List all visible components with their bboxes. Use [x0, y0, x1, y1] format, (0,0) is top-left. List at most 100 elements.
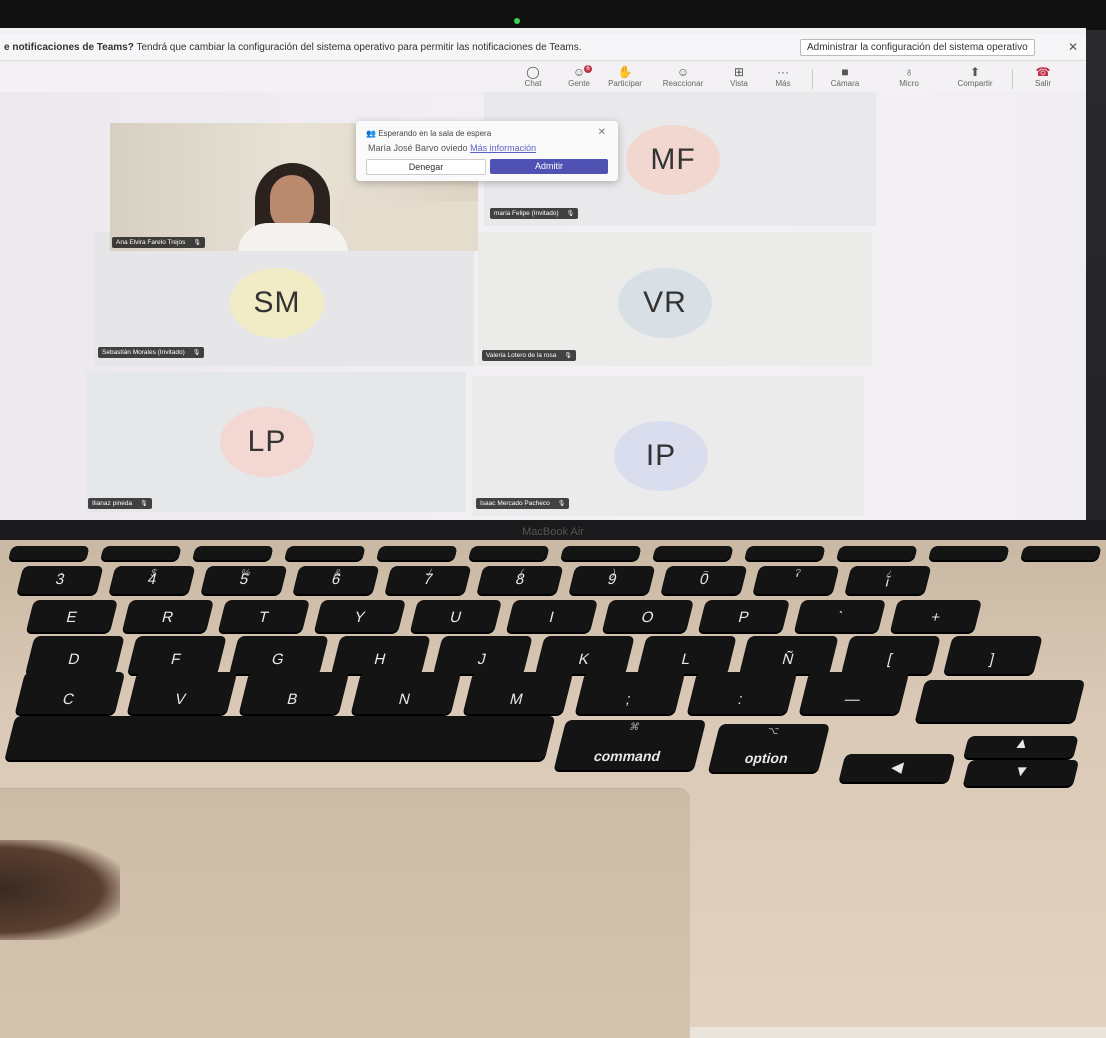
key-d[interactable]: D: [25, 636, 125, 674]
deny-button[interactable]: Denegar: [366, 159, 486, 175]
key-3[interactable]: N: [350, 672, 462, 714]
key-4[interactable]: M: [462, 672, 574, 714]
camera-button[interactable]: ■ Cámara: [822, 65, 868, 88]
share-icon: ⬆: [969, 65, 981, 79]
key-label: Ñ: [780, 651, 796, 668]
key-6[interactable]: :: [686, 672, 798, 714]
function-key[interactable]: [836, 546, 918, 560]
key-0[interactable]: C: [14, 672, 126, 714]
key-j[interactable]: J: [433, 636, 533, 674]
command-key[interactable]: ⌘ command: [553, 720, 707, 770]
key-5[interactable]: (8: [476, 566, 564, 594]
function-key[interactable]: [652, 546, 734, 560]
background-sofa: [340, 201, 478, 251]
key-g[interactable]: G: [229, 636, 329, 674]
more-button[interactable]: ··· Más: [760, 65, 806, 88]
function-key[interactable]: [560, 546, 642, 560]
key-h[interactable]: H: [331, 636, 431, 674]
function-key[interactable]: [928, 546, 1010, 560]
participant-name: maria Felipe (Invitado) 🎙: [490, 208, 579, 219]
function-key[interactable]: [1020, 546, 1102, 560]
key-2[interactable]: B: [238, 672, 350, 714]
key-label: ;: [624, 691, 633, 708]
participant-tile[interactable]: IP Isaac Mercado Pacheco 🎙: [472, 376, 864, 516]
key-7[interactable]: = 0: [660, 566, 748, 594]
close-icon[interactable]: ✕: [598, 127, 606, 138]
raise-hand-button[interactable]: ✋ Participar: [602, 65, 648, 88]
teams-screen: e notificaciones de Teams? Tendrá que ca…: [0, 28, 1086, 523]
close-icon[interactable]: ✕: [1068, 40, 1078, 54]
key-p[interactable]: P: [698, 600, 790, 632]
manage-os-settings-button[interactable]: Administrar la configuración del sistema…: [800, 39, 1035, 56]
key-label: G: [269, 651, 286, 668]
function-key[interactable]: [100, 546, 182, 560]
arrow-left-key[interactable]: ◀: [838, 754, 956, 782]
key-label: B: [285, 691, 300, 708]
admit-button[interactable]: Admitir: [490, 159, 608, 174]
key-ñ[interactable]: Ñ: [739, 636, 839, 674]
meeting-toolbar: ◯ Chat ☺ 6 Gente ✋ Participar ☺ Reaccionar ⊞ V…: [0, 61, 1086, 95]
key-label: E: [64, 609, 79, 626]
function-key[interactable]: [468, 546, 550, 560]
more-info-link[interactable]: Más información: [470, 143, 536, 153]
participant-name: Sebastián Morales (Invitado) 🎙: [98, 347, 205, 358]
key-5[interactable]: ;: [574, 672, 686, 714]
arrow-down-key[interactable]: ▼: [962, 760, 1080, 786]
key-[[interactable]: [: [841, 636, 941, 674]
shift-right-key[interactable]: [914, 680, 1086, 722]
key-i[interactable]: I: [506, 600, 598, 632]
key-label: Y: [352, 609, 367, 626]
mic-off-icon: ♁: [904, 65, 914, 79]
key-`[interactable]: `: [794, 600, 886, 632]
key-8[interactable]: ? ': [752, 566, 840, 594]
key-0[interactable]: · 3: [16, 566, 104, 594]
option-key[interactable]: ⌥ option: [708, 724, 830, 772]
participant-tile[interactable]: VR Valeria Lotero de la rosa 🎙: [478, 232, 872, 366]
key-][interactable]: ]: [943, 636, 1043, 674]
key-label: option: [743, 750, 790, 766]
key-label: 4: [145, 571, 159, 588]
key-e[interactable]: E: [26, 600, 118, 632]
key-k[interactable]: K: [535, 636, 635, 674]
key-label: 8: [513, 571, 527, 588]
key-9[interactable]: ¿ ¡: [844, 566, 932, 594]
key-7[interactable]: —: [798, 672, 910, 714]
mic-icon: 🎙: [564, 353, 572, 359]
space-bar[interactable]: [4, 716, 556, 760]
view-button[interactable]: ⊞ Vista: [716, 65, 762, 88]
mic-button[interactable]: ♁ Micro: [886, 65, 932, 88]
key-label: D: [66, 651, 82, 668]
function-key[interactable]: [192, 546, 274, 560]
key-r[interactable]: R: [122, 600, 214, 632]
share-button[interactable]: ⬆ Compartir: [952, 65, 998, 88]
key-label: ¡: [883, 571, 893, 588]
key-4[interactable]: /7: [384, 566, 472, 594]
chat-button[interactable]: ◯ Chat: [510, 65, 556, 88]
participant-tile[interactable]: LP Ilianaz pineda 🎙: [86, 372, 466, 512]
key-label: 5: [237, 571, 251, 588]
key-1[interactable]: $4: [108, 566, 196, 594]
key-u[interactable]: U: [410, 600, 502, 632]
participant-tile[interactable]: SM Sebastián Morales (Invitado) 🎙: [94, 232, 474, 366]
key-2[interactable]: % 5: [200, 566, 288, 594]
finger: [0, 840, 120, 940]
function-key[interactable]: [8, 546, 90, 560]
function-key[interactable]: [284, 546, 366, 560]
people-button[interactable]: ☺ 6 Gente: [556, 65, 602, 88]
react-button[interactable]: ☺ Reaccionar: [660, 65, 706, 88]
key-o[interactable]: O: [602, 600, 694, 632]
arrow-up-key[interactable]: ▲: [963, 735, 1079, 758]
leave-button[interactable]: ☎ Salir: [1020, 65, 1066, 88]
function-key[interactable]: [376, 546, 458, 560]
key-6[interactable]: ) 9: [568, 566, 656, 594]
key-l[interactable]: L: [637, 636, 737, 674]
key-y[interactable]: Y: [314, 600, 406, 632]
key-t[interactable]: T: [218, 600, 310, 632]
function-key[interactable]: [744, 546, 826, 560]
key-3[interactable]: & 6: [292, 566, 380, 594]
key-1[interactable]: V: [126, 672, 238, 714]
key-+[interactable]: +: [890, 600, 982, 632]
key-f[interactable]: F: [127, 636, 227, 674]
key-label: command: [592, 748, 663, 764]
lobby-notification-popup: 👥 Esperando en la sala de espera ✕ María…: [356, 121, 618, 181]
